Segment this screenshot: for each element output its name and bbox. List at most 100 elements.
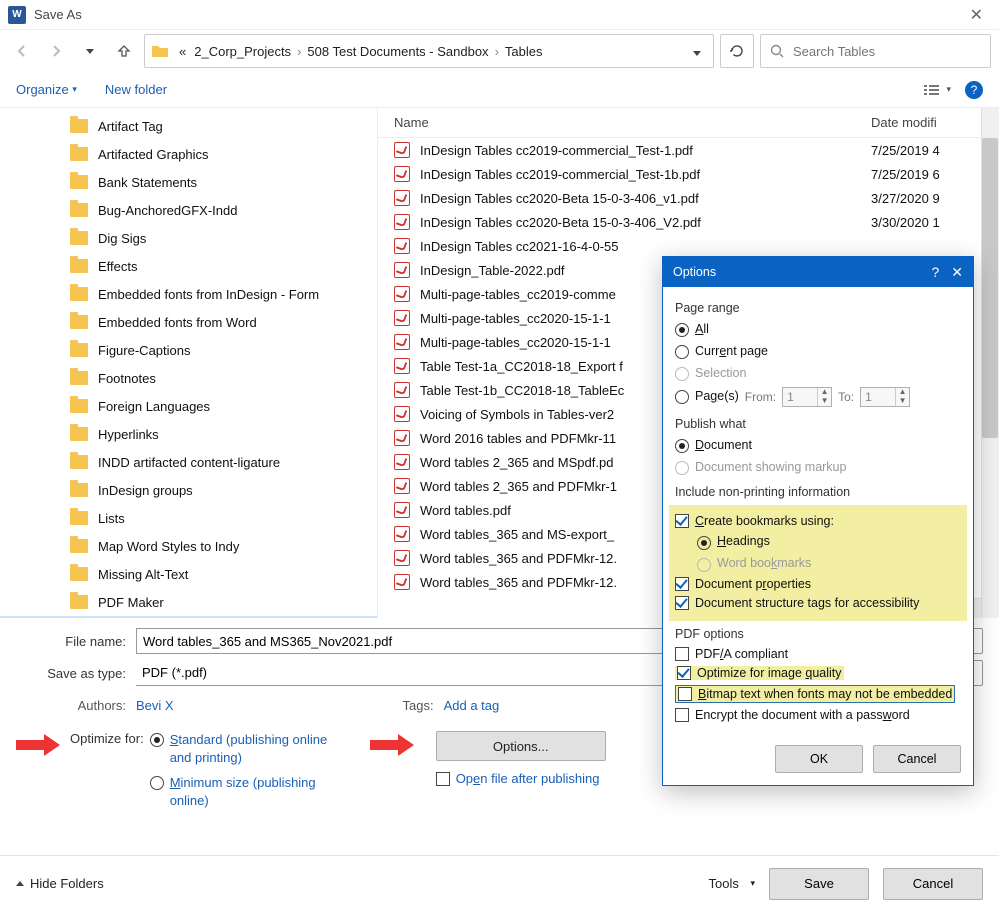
nav-recent-dropdown[interactable] [76, 37, 104, 65]
nav-back-button[interactable] [8, 37, 36, 65]
column-name[interactable]: Name [394, 115, 871, 130]
options-dialog: Options ? ✕ Page range All Current page … [662, 256, 974, 786]
dialog-ok-button[interactable]: OK [775, 745, 863, 773]
radio-standard-label: S [170, 732, 179, 747]
radio-icon [675, 439, 689, 453]
radio-word-bookmarks: Word bookmarks [697, 555, 961, 572]
radio-all[interactable]: All [675, 321, 961, 338]
file-row[interactable]: InDesign Tables cc2021-16-4-0-55 [378, 234, 981, 258]
checkbox-icon [675, 596, 689, 610]
folder-tree-item[interactable]: Embedded fonts from InDesign - Form [0, 280, 377, 308]
folder-tree-item[interactable]: InDesign groups [0, 476, 377, 504]
hide-folders-button[interactable]: Hide Folders [16, 876, 104, 891]
folder-icon [70, 511, 88, 525]
file-row[interactable]: InDesign Tables cc2020-Beta 15-0-3-406_v… [378, 186, 981, 210]
file-date: 7/25/2019 4 [871, 143, 981, 158]
from-spinner[interactable]: 1▲▼ [782, 387, 832, 407]
folder-tree-item[interactable]: Footnotes [0, 364, 377, 392]
save-button[interactable]: Save [769, 868, 869, 900]
checkbox-icon [675, 514, 689, 528]
dialog-help-button[interactable]: ? [931, 264, 939, 280]
radio-icon [697, 536, 711, 550]
tags-value[interactable]: Add a tag [444, 698, 500, 713]
new-folder-button[interactable]: New folder [105, 82, 167, 97]
window-title: Save As [34, 7, 82, 22]
callout-arrow-icon [370, 733, 420, 757]
radio-document-markup: Document showing markup [675, 459, 961, 476]
chk-doc-properties[interactable]: Document properties [675, 577, 961, 591]
radio-optimize-minimum[interactable]: Minimum size (publishing online) [150, 774, 340, 809]
column-date[interactable]: Date modifi [871, 115, 981, 130]
radio-icon [675, 367, 689, 381]
breadcrumb-seg-2[interactable]: Tables [501, 44, 547, 59]
folder-tree-item[interactable]: Map Word Styles to Indy [0, 532, 377, 560]
folder-tree[interactable]: Artifact Tag Artifacted GraphicsBank Stat… [0, 108, 378, 618]
radio-current-page[interactable]: Current page [675, 343, 961, 360]
folder-name: InDesign groups [98, 483, 193, 498]
chevron-down-icon: ▾ [750, 878, 755, 889]
folder-tree-item[interactable]: Effects [0, 252, 377, 280]
breadcrumb-seg-1[interactable]: 508 Test Documents - Sandbox [303, 44, 492, 59]
breadcrumb-seg-0[interactable]: 2_Corp_Projects [190, 44, 295, 59]
file-row[interactable]: InDesign Tables cc2020-Beta 15-0-3-406_V… [378, 210, 981, 234]
checkbox-icon [677, 666, 691, 680]
v-scrollbar[interactable] [981, 108, 999, 618]
folder-tree-item[interactable]: Lists [0, 504, 377, 532]
open-after-checkbox[interactable]: Open file after publishing [436, 771, 600, 786]
nav-forward-button[interactable] [42, 37, 70, 65]
chk-pdfa[interactable]: PDF/A compliant [675, 647, 961, 661]
folder-tree-item[interactable]: Hyperlinks [0, 420, 377, 448]
callout-arrow-icon [16, 733, 66, 757]
chk-encrypt[interactable]: Encrypt the document with a password [675, 708, 961, 722]
folder-name: Missing Alt-Text [98, 567, 188, 582]
folder-name: Artifact Tag [98, 119, 163, 134]
folder-tree-item[interactable]: Dig Sigs [0, 224, 377, 252]
file-row[interactable]: InDesign Tables cc2019-commercial_Test-1… [378, 162, 981, 186]
view-options-button[interactable]: ▾ [923, 82, 951, 97]
radio-headings[interactable]: Headings [697, 533, 961, 550]
radio-icon [675, 345, 689, 359]
address-dropdown[interactable] [687, 44, 707, 59]
file-name: InDesign Tables cc2019-commercial_Test-1… [420, 143, 871, 158]
column-headers[interactable]: Name Date modifi [378, 108, 981, 138]
refresh-button[interactable] [720, 34, 754, 68]
folder-tree-item[interactable]: Artifact Tag [0, 112, 377, 140]
folder-icon [70, 595, 88, 609]
options-button[interactable]: Options... [436, 731, 606, 761]
file-row[interactable]: InDesign Tables cc2019-commercial_Test-1… [378, 138, 981, 162]
search-box[interactable] [760, 34, 991, 68]
dialog-close-button[interactable]: ✕ [951, 264, 963, 281]
chk-create-bookmarks[interactable]: Create bookmarks using: [675, 514, 961, 528]
radio-pages[interactable]: Page(s) [675, 388, 739, 405]
search-input[interactable] [791, 43, 982, 60]
folder-tree-item[interactable]: Figure-Captions [0, 336, 377, 364]
folder-tree-item[interactable]: Bank Statements [0, 168, 377, 196]
chk-bitmap-text[interactable]: Bitmap text when fonts may not be embedd… [675, 685, 961, 703]
radio-document[interactable]: Document [675, 437, 961, 454]
folder-tree-item[interactable]: Artifacted Graphics [0, 140, 377, 168]
folder-tree-item[interactable]: Embedded fonts from Word [0, 308, 377, 336]
address-bar[interactable]: « 2_Corp_Projects › 508 Test Documents -… [144, 34, 714, 68]
folder-tree-item[interactable]: INDD artifacted content-ligature [0, 448, 377, 476]
help-button[interactable]: ? [965, 81, 983, 99]
dialog-cancel-button[interactable]: Cancel [873, 745, 961, 773]
folder-tree-item[interactable]: PDF Maker [0, 588, 377, 616]
options-column: Options... Open file after publishing [436, 731, 606, 786]
to-spinner[interactable]: 1▲▼ [860, 387, 910, 407]
folder-tree-item[interactable]: Missing Alt-Text [0, 560, 377, 588]
nav-up-button[interactable] [110, 37, 138, 65]
organize-menu[interactable]: Organize ▾ [16, 82, 77, 97]
window-close-button[interactable]: ✕ [962, 1, 991, 29]
chk-doc-structure-tags[interactable]: Document structure tags for accessibilit… [675, 596, 961, 610]
folder-name: Bug-AnchoredGFX-Indd [98, 203, 237, 218]
authors-value[interactable]: Bevi X [136, 698, 174, 713]
folder-icon [70, 287, 88, 301]
radio-optimize-standard[interactable]: Standard (publishing online and printing… [150, 731, 340, 766]
folder-tree-item[interactable]: Bug-AnchoredGFX-Indd [0, 196, 377, 224]
tools-menu[interactable]: Tools ▾ [708, 876, 755, 891]
chk-optimize-image-quality[interactable]: Optimize for image quality [675, 666, 961, 680]
folder-tree-item[interactable]: Tables [0, 616, 377, 618]
cancel-button[interactable]: Cancel [883, 868, 983, 900]
folder-tree-item[interactable]: Foreign Languages [0, 392, 377, 420]
tags-label: Tags: [394, 698, 444, 713]
